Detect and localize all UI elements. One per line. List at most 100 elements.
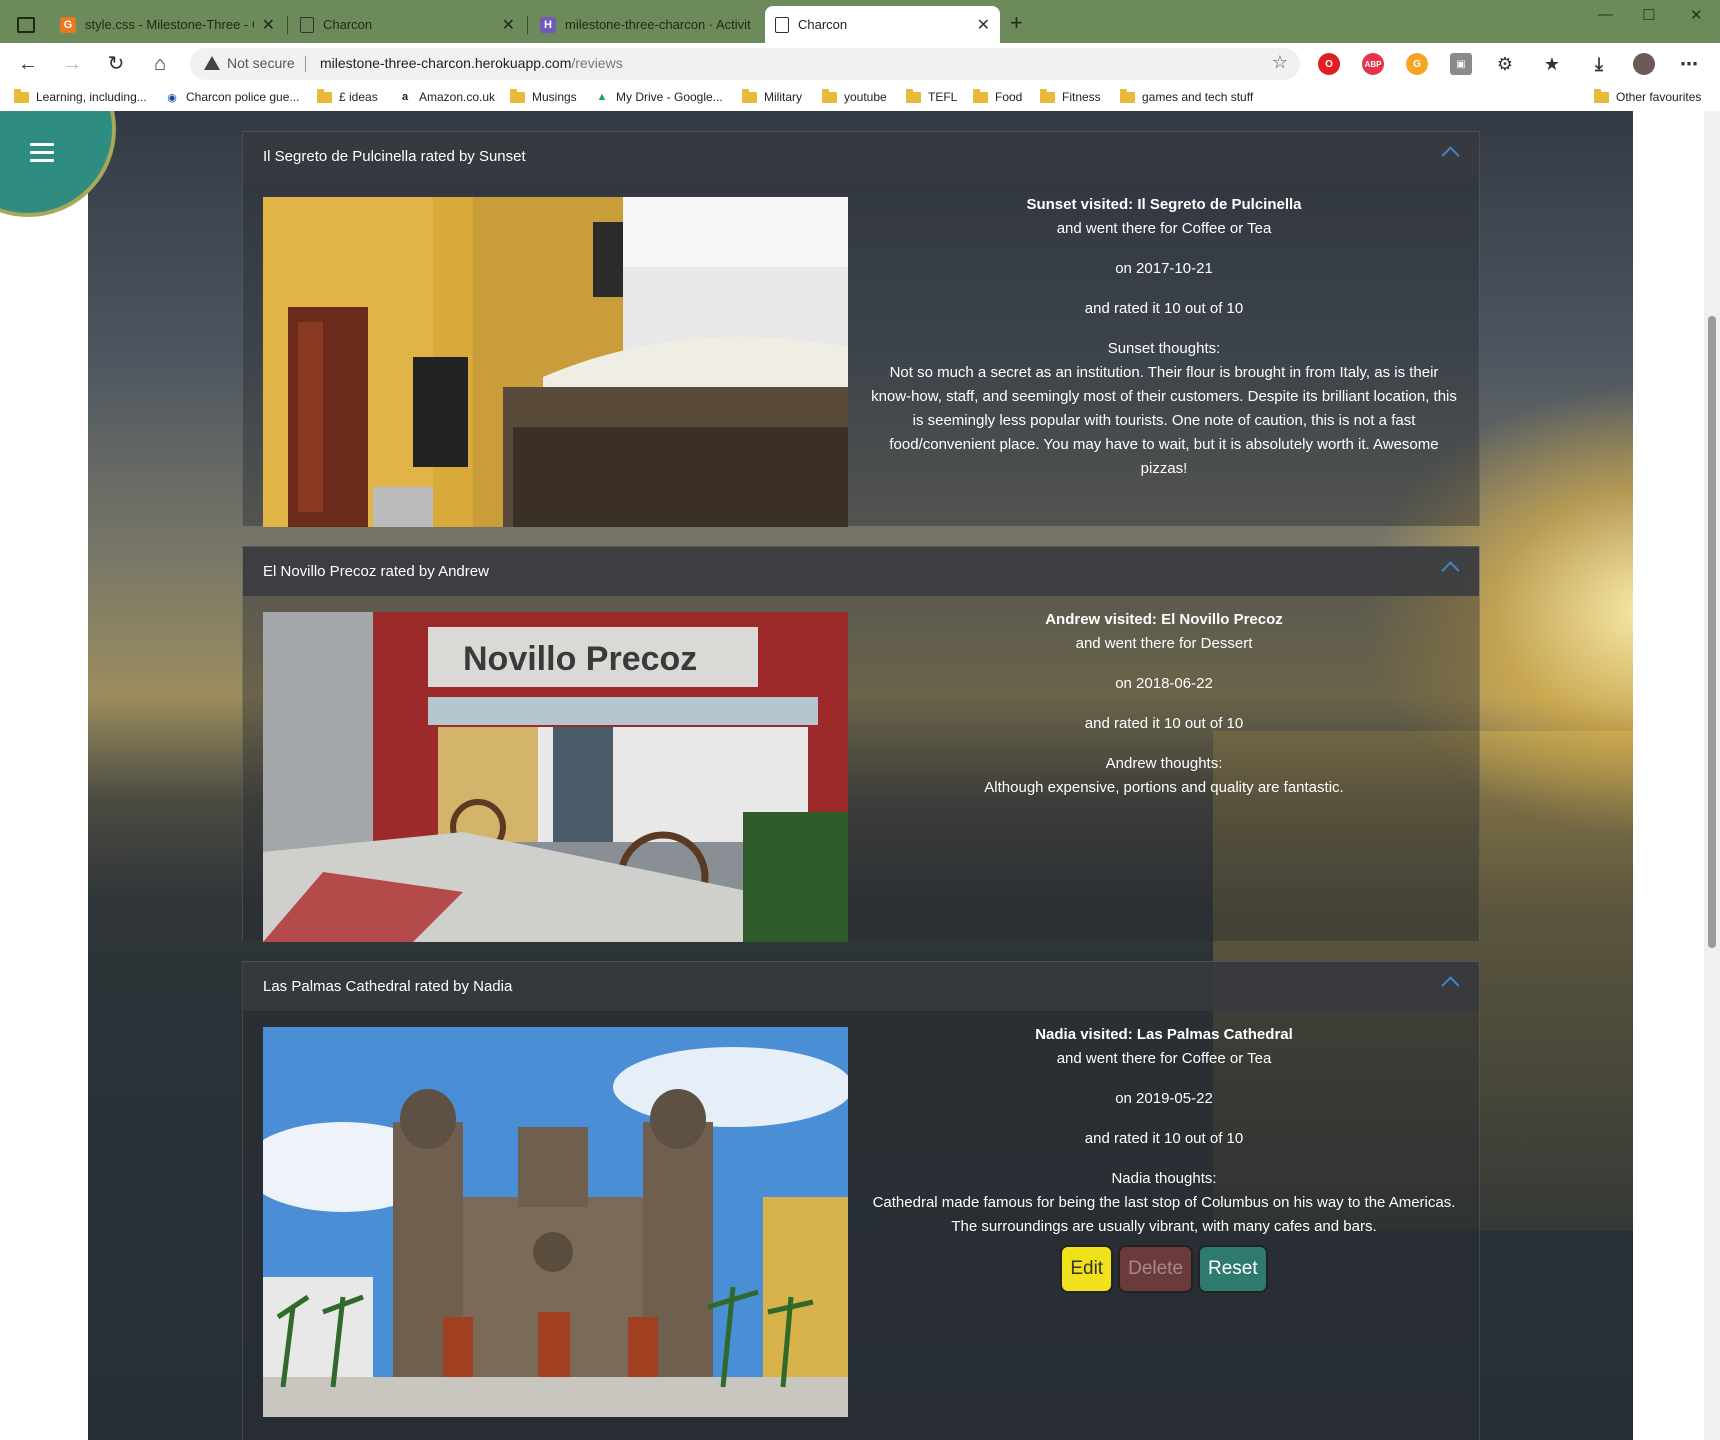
- home-icon[interactable]: ⌂: [146, 51, 174, 77]
- tab-bar: G style.css - Milestone-Three - Gitp ✕ C…: [0, 0, 1720, 43]
- address-bar[interactable]: Not secure milestone-three-charcon.herok…: [190, 48, 1300, 80]
- visited-text: Sunset visited: Il Segreto de Pulcinella: [1026, 196, 1302, 213]
- heroku-icon: H: [540, 16, 556, 33]
- bookmark-military[interactable]: Military: [742, 88, 802, 104]
- bookmark-label: Amazon.co.uk: [419, 90, 496, 104]
- tab-style-css[interactable]: G style.css - Milestone-Three - Gitp ✕: [50, 6, 285, 43]
- profile-avatar[interactable]: [1633, 53, 1655, 75]
- bookmark-label: My Drive - Google...: [616, 90, 723, 104]
- thoughts-label: Sunset thoughts:: [1107, 340, 1221, 357]
- bookmark-amazon[interactable]: a Amazon.co.uk: [398, 90, 495, 104]
- chevron-up-icon[interactable]: [1441, 976, 1460, 995]
- url-text[interactable]: milestone-three-charcon.herokuapp.com/re…: [320, 55, 623, 71]
- amazon-icon: a: [401, 91, 409, 103]
- thoughts-label: Nadia thoughts:: [1111, 1170, 1217, 1187]
- bookmark-tefl[interactable]: TEFL: [906, 88, 958, 104]
- review-title: El Novillo Precoz rated by Andrew: [263, 563, 489, 580]
- bookmark-label: youtube: [844, 90, 887, 104]
- bookmark-label: Military: [764, 90, 802, 104]
- folder-icon: [906, 88, 921, 103]
- drive-icon: ▲: [596, 91, 608, 103]
- purpose-text: and went there for Dessert: [1075, 635, 1253, 652]
- thoughts-text: Not so much a secret as an institution. …: [871, 364, 1457, 477]
- url-host: milestone-three-charcon.herokuapp.com: [320, 55, 572, 71]
- bookmark-learning[interactable]: Learning, including...: [14, 88, 147, 104]
- bookmark-label: TEFL: [928, 90, 958, 104]
- review-details: Sunset visited: Il Segreto de Pulcinella…: [869, 193, 1459, 481]
- adblock-extension-icon[interactable]: ABP: [1362, 53, 1384, 75]
- review-header[interactable]: El Novillo Precoz rated by Andrew: [243, 546, 1479, 596]
- folder-icon: [973, 88, 988, 103]
- close-tab-icon[interactable]: ✕: [262, 15, 275, 35]
- page-scrollbar[interactable]: [1704, 111, 1720, 1440]
- folder-icon: [742, 88, 757, 103]
- edit-button[interactable]: Edit: [1060, 1245, 1114, 1293]
- rating-text: and rated it 10 out of 10: [1084, 715, 1244, 732]
- forward-icon[interactable]: →: [58, 51, 86, 77]
- bookmark-label: Food: [995, 90, 1023, 104]
- downloads-icon[interactable]: ⤓: [1588, 53, 1610, 75]
- review-header[interactable]: Las Palmas Cathedral rated by Nadia: [243, 961, 1479, 1011]
- bookmark-label: Musings: [532, 90, 577, 104]
- back-icon[interactable]: ←: [14, 51, 42, 77]
- bookmark-games-tech[interactable]: games and tech stuff: [1120, 88, 1254, 104]
- tab-charcon-active[interactable]: Charcon ✕: [765, 6, 1000, 43]
- page-icon: [300, 16, 314, 33]
- rating-text: and rated it 10 out of 10: [1084, 1130, 1244, 1147]
- visited-text: Andrew visited: El Novillo Precoz: [1045, 611, 1283, 628]
- folder-icon: [1040, 88, 1055, 103]
- security-label[interactable]: Not secure: [227, 55, 295, 71]
- chevron-up-icon[interactable]: [1441, 561, 1460, 580]
- bookmark-label: Charcon police gue...: [186, 90, 300, 104]
- bookmark-label: Fitness: [1062, 90, 1101, 104]
- more-menu-icon[interactable]: ⋯: [1678, 53, 1700, 75]
- novillo-precoz-sign: Novillo Precoz: [463, 640, 697, 678]
- chevron-up-icon[interactable]: [1441, 146, 1460, 165]
- extensions-icon[interactable]: ⚙: [1494, 53, 1516, 75]
- bookmark-youtube[interactable]: youtube: [822, 88, 887, 104]
- bookmark-musings[interactable]: Musings: [510, 88, 577, 104]
- new-tab-icon[interactable]: +: [1010, 10, 1023, 36]
- url-path: /reviews: [571, 55, 623, 71]
- bookmark-food[interactable]: Food: [973, 88, 1023, 104]
- close-tab-icon[interactable]: ✕: [502, 15, 515, 35]
- review-details: Nadia visited: Las Palmas Cathedral and …: [869, 1023, 1459, 1293]
- scrollbar-thumb[interactable]: [1708, 316, 1716, 948]
- review-actions: Edit Delete Reset: [869, 1245, 1459, 1293]
- add-favourite-icon[interactable]: ☆: [1272, 52, 1288, 73]
- tab-actions-button[interactable]: [12, 12, 40, 38]
- bookmark-other-favourites[interactable]: Other favourites: [1594, 88, 1701, 104]
- bookmark-fitness[interactable]: Fitness: [1040, 88, 1101, 104]
- maximize-icon[interactable]: ☐: [1642, 6, 1655, 24]
- tab-heroku-activity[interactable]: H milestone-three-charcon · Activit: [530, 6, 765, 43]
- purpose-text: and went there for Coffee or Tea: [1056, 1050, 1272, 1067]
- tab-charcon-1[interactable]: Charcon ✕: [290, 6, 525, 43]
- review-header[interactable]: Il Segreto de Pulcinella rated by Sunset: [243, 131, 1479, 181]
- review-details: Andrew visited: El Novillo Precoz and we…: [869, 608, 1459, 800]
- review-panel: El Novillo Precoz rated by Andrew Novill…: [242, 546, 1480, 942]
- omnibox-divider: [305, 56, 306, 72]
- tab-separator: [287, 16, 288, 34]
- bookmark-my-drive[interactable]: ▲ My Drive - Google...: [595, 90, 723, 104]
- reload-icon[interactable]: ↻: [102, 51, 130, 77]
- tab-actions-icon: [17, 17, 35, 33]
- bookmarks-bar: Learning, including... ◉ Charcon police g…: [0, 85, 1720, 112]
- folder-icon: [1594, 88, 1609, 103]
- delete-button[interactable]: Delete: [1118, 1245, 1194, 1293]
- reset-button[interactable]: Reset: [1198, 1245, 1268, 1293]
- close-window-icon[interactable]: ✕: [1690, 6, 1703, 24]
- minimize-icon[interactable]: —: [1598, 6, 1613, 23]
- bookmark-label: games and tech stuff: [1142, 90, 1254, 104]
- folder-icon: [1120, 88, 1135, 103]
- bookmark-ideas[interactable]: £ ideas: [317, 88, 378, 104]
- opera-extension-icon[interactable]: O: [1318, 53, 1340, 75]
- hamburger-icon: [30, 143, 54, 167]
- favourites-icon[interactable]: ★: [1541, 53, 1563, 75]
- review-title: Las Palmas Cathedral rated by Nadia: [263, 978, 513, 995]
- bookmark-charcon-police[interactable]: ◉ Charcon police gue...: [165, 90, 299, 104]
- close-tab-icon[interactable]: ✕: [977, 15, 990, 35]
- cathedral-photo: [263, 1027, 848, 1417]
- gitpod-extension-icon[interactable]: G: [1406, 53, 1428, 75]
- collections-extension-icon[interactable]: ▣: [1450, 53, 1472, 75]
- folder-icon: [14, 88, 29, 103]
